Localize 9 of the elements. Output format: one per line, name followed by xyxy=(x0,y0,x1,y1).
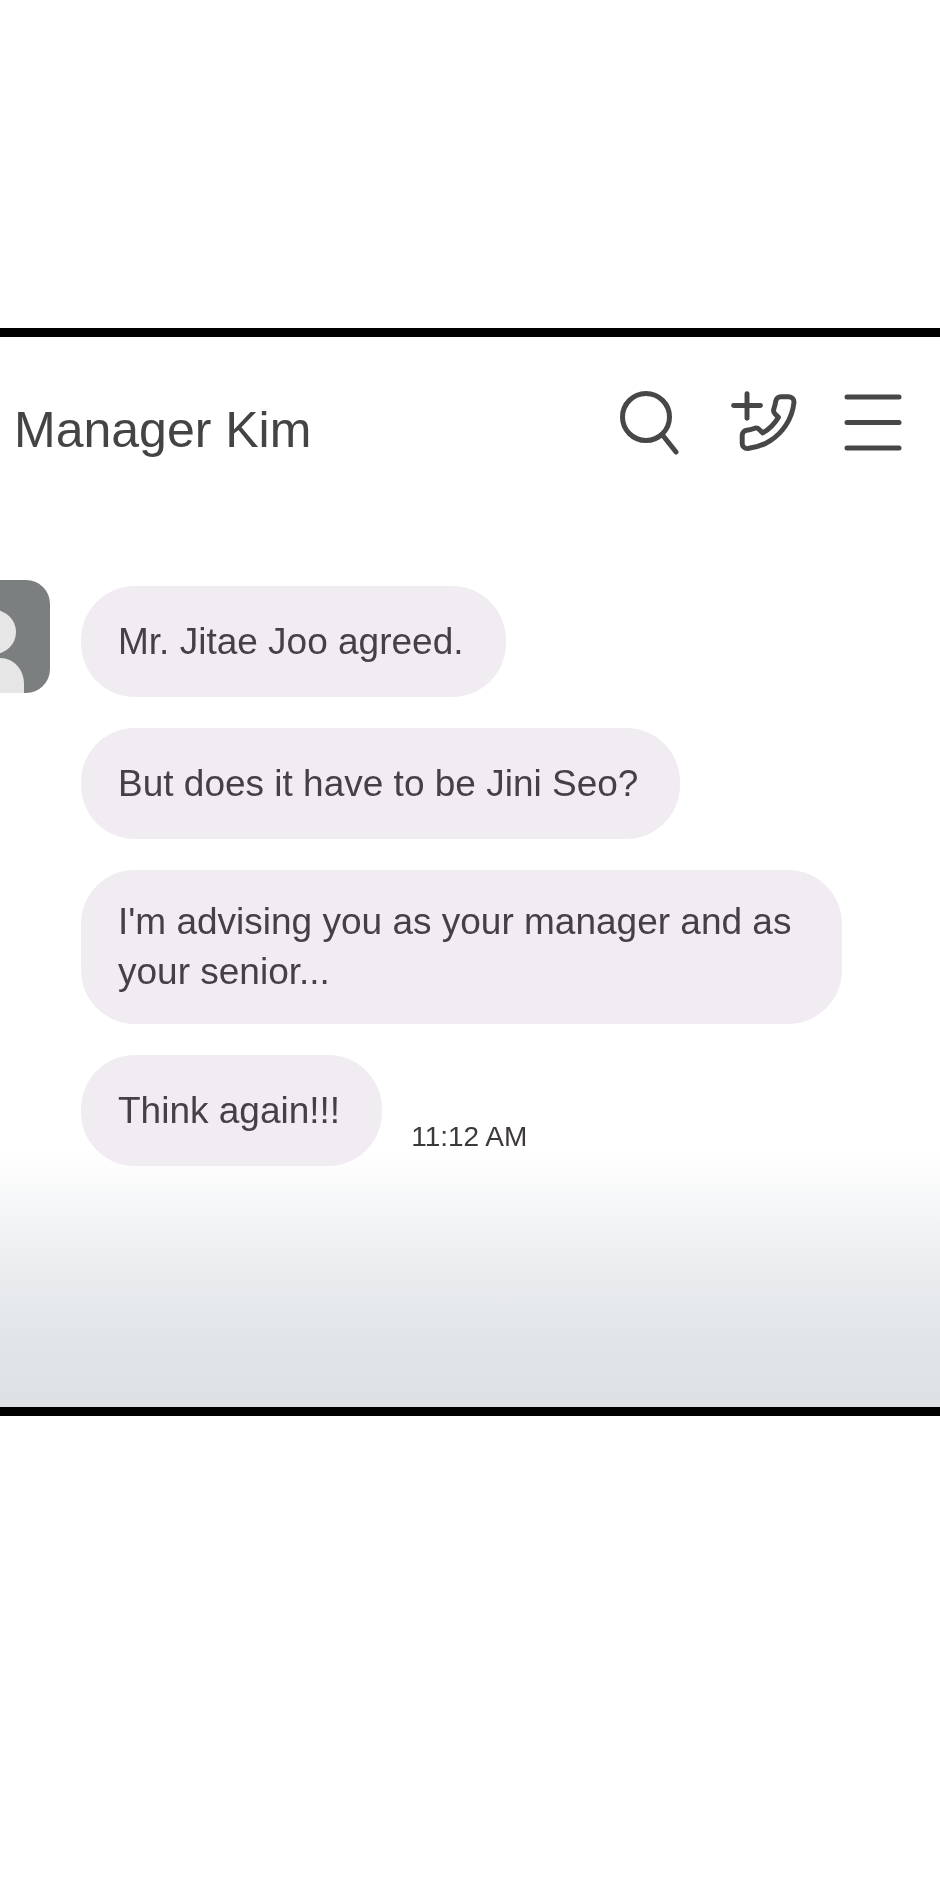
search-icon[interactable] xyxy=(620,389,679,455)
message-bubble: I'm advising you as your manager and as your senior... xyxy=(81,870,842,1024)
chat-title: Manager Kim xyxy=(14,405,312,455)
message-bubble: Think again!!! xyxy=(81,1055,383,1166)
message-time: 11:12 AM xyxy=(411,1120,528,1154)
menu-icon[interactable] xyxy=(844,393,902,451)
avatar-icon xyxy=(0,580,50,693)
message-bubble: Mr. Jitae Joo agreed. xyxy=(81,586,506,697)
message-bubble: But does it have to be Jini Seo? xyxy=(81,728,681,839)
